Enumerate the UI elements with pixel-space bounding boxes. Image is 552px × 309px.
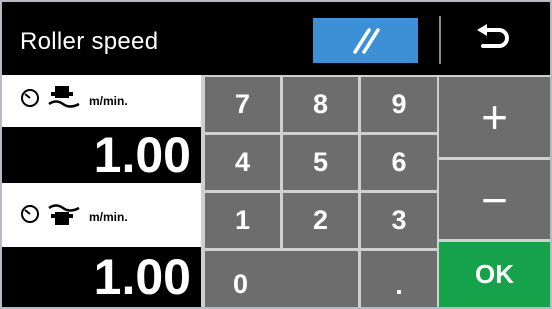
top-speed-label: m/min.	[2, 75, 201, 123]
numeric-keypad: 7 8 9 4 5 6 1 2 3 0 .	[205, 77, 437, 307]
key-2[interactable]: 2	[283, 193, 358, 248]
timer-icon	[21, 205, 39, 223]
double-slash-icon	[353, 28, 380, 54]
roller-top-icon	[48, 204, 80, 225]
key-5[interactable]: 5	[283, 135, 358, 190]
key-decimal[interactable]: .	[361, 251, 437, 307]
page-title: Roller speed	[20, 28, 159, 55]
bottom-speed-label: m/min.	[2, 191, 201, 239]
unit-label: m/min.	[89, 94, 128, 108]
key-4[interactable]: 4	[205, 135, 280, 190]
return-arrow-icon	[477, 24, 509, 48]
header-bar: Roller speed	[2, 2, 550, 75]
ok-button[interactable]: OK	[439, 242, 550, 307]
bottom-speed-value[interactable]: 1.00	[2, 247, 201, 307]
roller-bottom-icon	[48, 86, 80, 108]
header-divider	[439, 16, 441, 64]
top-speed-value[interactable]: 1.00	[2, 127, 201, 183]
key-0[interactable]: 0	[205, 251, 358, 307]
timer-icon	[21, 89, 39, 107]
key-1[interactable]: 1	[205, 193, 280, 248]
control-column: + − OK	[439, 77, 550, 307]
increment-button[interactable]: +	[439, 77, 550, 157]
roller-speed-screen: Roller speed m/min. 1.00 m/min. 1.00 7 8…	[0, 0, 552, 309]
unit-label: m/min.	[89, 210, 128, 224]
decrement-button[interactable]: −	[439, 160, 550, 239]
value-panel: m/min. 1.00 m/min. 1.00	[2, 75, 201, 307]
key-3[interactable]: 3	[361, 193, 437, 248]
key-6[interactable]: 6	[361, 135, 437, 190]
key-8[interactable]: 8	[283, 77, 358, 132]
key-7[interactable]: 7	[205, 77, 280, 132]
mode-toggle-button[interactable]	[313, 18, 418, 63]
back-button[interactable]	[442, 2, 550, 75]
key-9[interactable]: 9	[361, 77, 437, 132]
